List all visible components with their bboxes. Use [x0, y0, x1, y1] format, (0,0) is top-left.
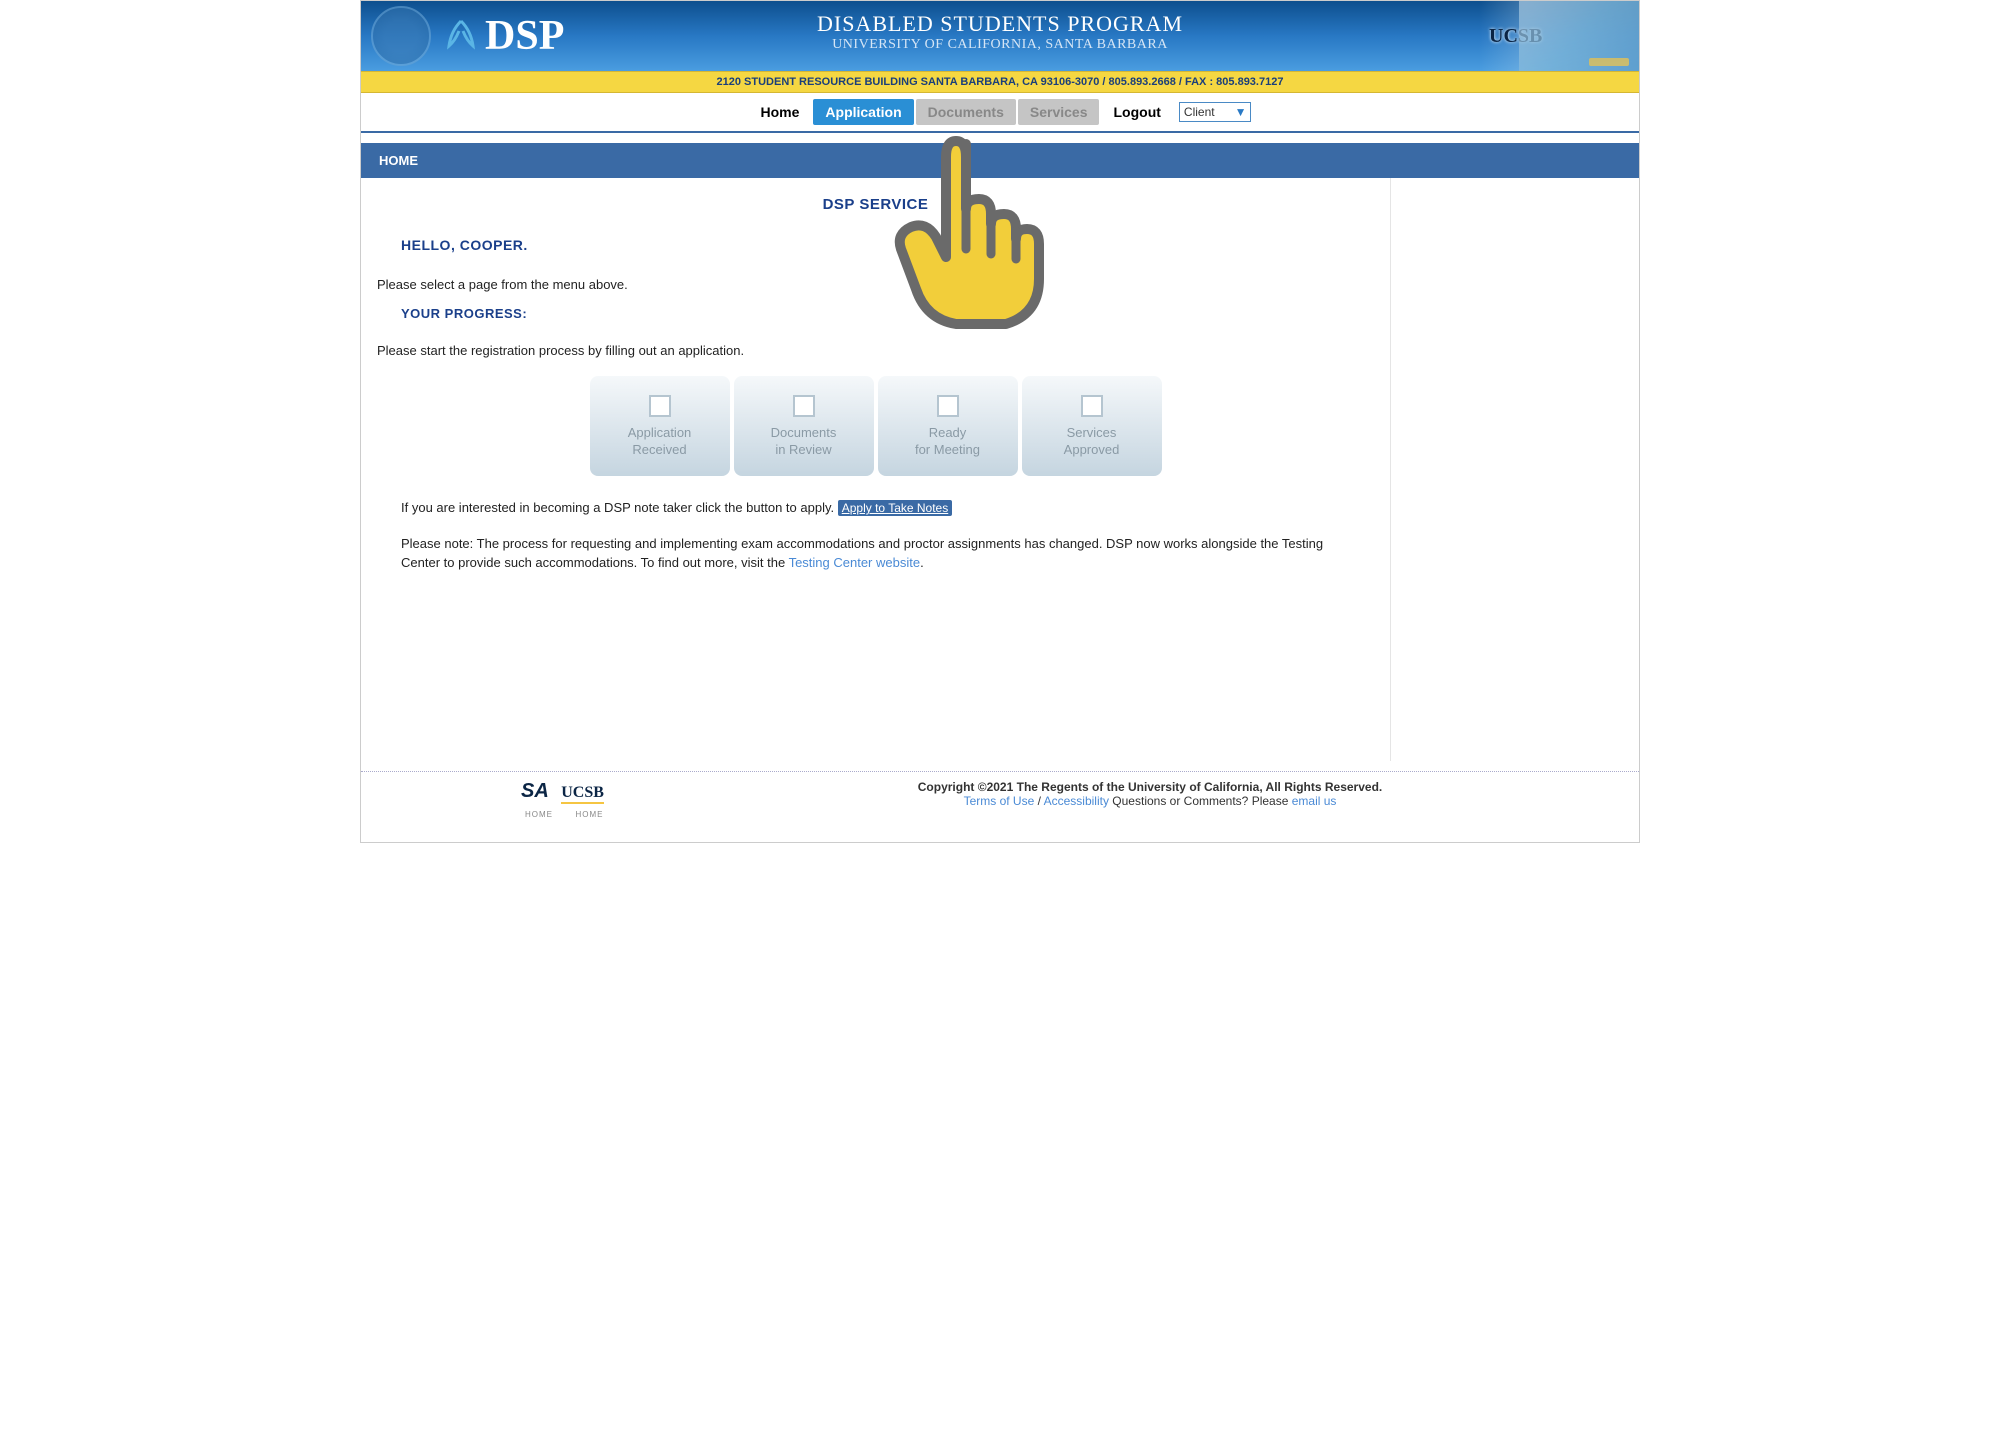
- card-line2: Approved: [1064, 442, 1120, 457]
- role-select[interactable]: Client ▼: [1179, 102, 1252, 122]
- copyright-text: Copyright ©2021 The Regents of the Unive…: [681, 780, 1619, 794]
- exam-note: Please note: The process for requesting …: [361, 526, 1390, 581]
- program-title: DISABLED STUDENTS PROGRAM: [817, 11, 1183, 37]
- progress-card-ready: Ready for Meeting: [878, 376, 1018, 476]
- terms-link[interactable]: Terms of Use: [964, 794, 1035, 808]
- sa-logo[interactable]: SA: [521, 780, 549, 803]
- progress-card-services: Services Approved: [1022, 376, 1162, 476]
- card-line2: for Meeting: [915, 442, 980, 457]
- footer: SA UCSB HOME HOME Copyright ©2021 The Re…: [361, 771, 1639, 842]
- section-heading: HOME: [361, 143, 1639, 178]
- uc-seal-icon: [371, 6, 431, 66]
- role-select-value: Client: [1184, 105, 1215, 119]
- header-banner: DSP DISABLED STUDENTS PROGRAM UNIVERSITY…: [361, 1, 1639, 71]
- checkbox-icon: [649, 395, 671, 417]
- card-line1: Application: [628, 425, 692, 440]
- footer-ucsb-logo[interactable]: UCSB: [561, 784, 604, 804]
- email-us-link[interactable]: email us: [1292, 794, 1337, 808]
- progress-card-application: Application Received: [590, 376, 730, 476]
- card-line1: Services: [1067, 425, 1117, 440]
- sa-home-link[interactable]: HOME: [525, 810, 553, 819]
- program-subtitle: UNIVERSITY OF CALIFORNIA, SANTA BARBARA: [817, 37, 1183, 53]
- card-line2: Received: [632, 442, 686, 457]
- dsp-logo: DSP: [441, 12, 564, 60]
- chevron-down-icon: ▼: [1235, 105, 1247, 119]
- checkbox-icon: [1081, 395, 1103, 417]
- checkbox-icon: [937, 395, 959, 417]
- side-panel: [1391, 178, 1639, 761]
- laurel-icon: [441, 16, 481, 56]
- greeting: HELLO, COOPER.: [361, 219, 1390, 259]
- accessibility-link[interactable]: Accessibility: [1044, 794, 1109, 808]
- dsp-logo-text: DSP: [485, 12, 564, 60]
- campus-photo: [1519, 1, 1639, 71]
- apply-notes-button[interactable]: Apply to Take Notes: [838, 500, 953, 516]
- nav-application[interactable]: Application: [813, 99, 913, 125]
- nav-home[interactable]: Home: [749, 99, 812, 125]
- progress-heading: YOUR PROGRESS:: [361, 296, 1390, 325]
- exam-note-post: .: [920, 555, 924, 570]
- card-line1: Documents: [771, 425, 837, 440]
- progress-card-documents: Documents in Review: [734, 376, 874, 476]
- checkbox-icon: [793, 395, 815, 417]
- instruction-text: Please select a page from the menu above…: [361, 259, 1390, 296]
- nav-documents: Documents: [916, 99, 1016, 125]
- panel-title: DSP SERVICE: [361, 178, 1390, 219]
- notetaker-text: If you are interested in becoming a DSP …: [401, 500, 838, 515]
- start-text: Please start the registration process by…: [361, 325, 1390, 362]
- progress-cards: Application Received Documents in Review…: [361, 362, 1390, 490]
- main-panel: DSP SERVICE HELLO, COOPER. Please select…: [361, 178, 1391, 761]
- ucsb-home-link[interactable]: HOME: [575, 810, 603, 819]
- card-line2: in Review: [775, 442, 831, 457]
- nav-services: Services: [1018, 99, 1100, 125]
- notetaker-line: If you are interested in becoming a DSP …: [361, 490, 1390, 526]
- questions-text: Questions or Comments? Please: [1109, 794, 1292, 808]
- nav-logout[interactable]: Logout: [1101, 99, 1172, 125]
- address-bar: 2120 STUDENT RESOURCE BUILDING SANTA BAR…: [361, 71, 1639, 93]
- card-line1: Ready: [929, 425, 967, 440]
- nav-bar: Home Application Documents Services Logo…: [361, 93, 1639, 133]
- testing-center-link[interactable]: Testing Center website: [789, 555, 921, 570]
